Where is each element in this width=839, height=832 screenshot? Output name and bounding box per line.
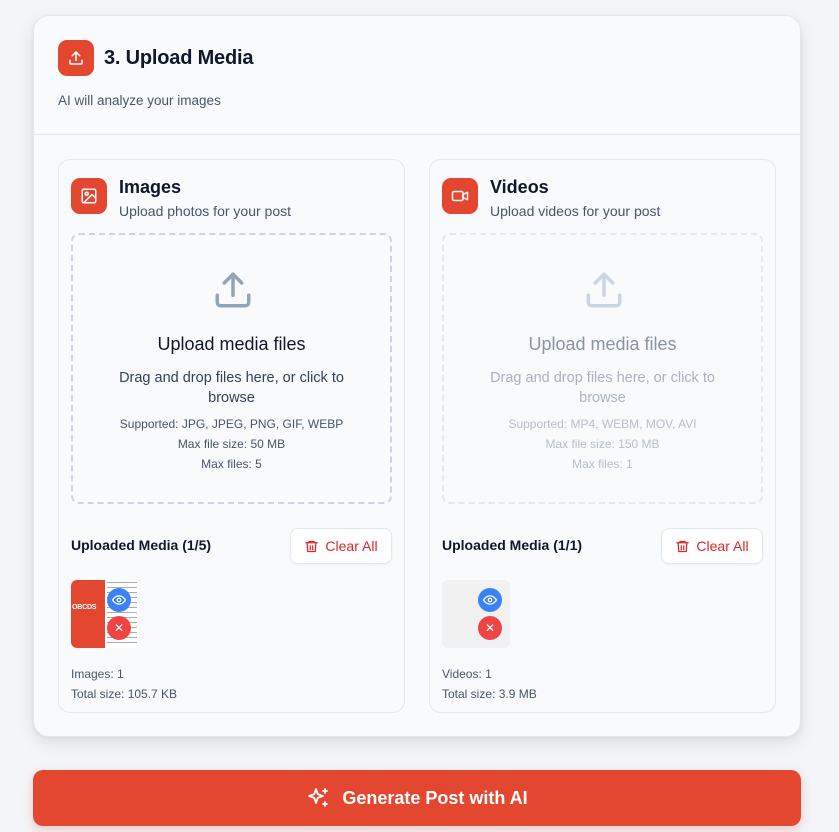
uploaded-media-label: Uploaded Media (1/5) <box>71 537 212 553</box>
generate-post-label: Generate Post with AI <box>342 787 528 808</box>
supported-formats: Supported: MP4, WEBM, MOV, AVI <box>508 417 697 431</box>
upload-media-card: 3. Upload Media AI will analyze your ima… <box>33 15 801 737</box>
section-subtitle: AI will analyze your images <box>58 93 221 108</box>
images-dropzone[interactable]: Upload media files Drag and drop files h… <box>71 233 392 504</box>
images-title: Images <box>119 177 182 197</box>
videos-dropzone[interactable]: Upload media files Drag and drop files h… <box>442 233 763 504</box>
image-icon <box>71 178 107 214</box>
videos-panel: Videos Upload videos for your post Uploa… <box>429 159 776 713</box>
images-count: Images: 1 <box>71 667 124 681</box>
sparkles-icon <box>308 788 329 807</box>
video-icon <box>442 178 478 214</box>
eye-icon <box>112 595 126 605</box>
images-panel: Images Upload photos for your post Uploa… <box>58 159 405 713</box>
thumbnail-preview: OBCDS <box>71 580 139 648</box>
image-thumbnail[interactable]: OBCDS ✕ <box>71 580 139 648</box>
trash-icon <box>305 540 319 552</box>
dropzone-title: Upload media files <box>157 334 306 354</box>
videos-subtitle: Upload videos for your post <box>490 203 661 219</box>
remove-button[interactable]: ✕ <box>107 616 131 640</box>
videos-count: Videos: 1 <box>442 667 492 681</box>
remove-button[interactable]: ✕ <box>478 616 502 640</box>
videos-title: Videos <box>490 177 549 197</box>
uploaded-media-label: Uploaded Media (1/1) <box>442 537 583 553</box>
section-title: 3. Upload Media <box>104 47 254 69</box>
dropzone-title: Upload media files <box>528 334 677 354</box>
card-header: 3. Upload Media AI will analyze your ima… <box>34 16 800 135</box>
max-file-size: Max file size: 150 MB <box>545 437 660 451</box>
upload-icon <box>215 272 251 308</box>
videos-total-size: Total size: 3.9 MB <box>442 687 537 701</box>
generate-post-button[interactable]: Generate Post with AI <box>33 770 801 826</box>
max-files: Max files: 1 <box>572 457 633 471</box>
clear-all-label: Clear All <box>696 538 749 554</box>
dropzone-description: Drag and drop files here, or click to br… <box>490 370 715 406</box>
clear-all-button[interactable]: Clear All <box>661 528 763 564</box>
upload-icon <box>586 272 622 308</box>
max-file-size: Max file size: 50 MB <box>177 437 286 451</box>
thumbnail-text: OBCDS <box>72 604 97 611</box>
upload-icon <box>58 40 94 76</box>
dropzone-limits: Supported: MP4, WEBM, MOV, AVI Max file … <box>444 414 761 474</box>
max-files: Max files: 5 <box>201 457 262 471</box>
view-button[interactable] <box>107 588 131 612</box>
clear-all-label: Clear All <box>325 538 378 554</box>
close-icon: ✕ <box>113 621 125 635</box>
dropzone-description: Drag and drop files here, or click to br… <box>119 370 344 406</box>
close-icon: ✕ <box>484 621 496 635</box>
clear-all-button[interactable]: Clear All <box>290 528 392 564</box>
images-stats: Images: 1 Total size: 105.7 KB <box>71 664 177 704</box>
images-subtitle: Upload photos for your post <box>119 203 291 219</box>
eye-icon <box>483 595 497 605</box>
video-thumbnail[interactable]: ✕ <box>442 580 510 648</box>
dropzone-limits: Supported: JPG, JPEG, PNG, GIF, WEBP Max… <box>73 414 390 474</box>
videos-stats: Videos: 1 Total size: 3.9 MB <box>442 664 537 704</box>
supported-formats: Supported: JPG, JPEG, PNG, GIF, WEBP <box>119 417 344 431</box>
view-button[interactable] <box>478 588 502 612</box>
trash-icon <box>676 540 690 552</box>
images-total-size: Total size: 105.7 KB <box>71 687 178 701</box>
